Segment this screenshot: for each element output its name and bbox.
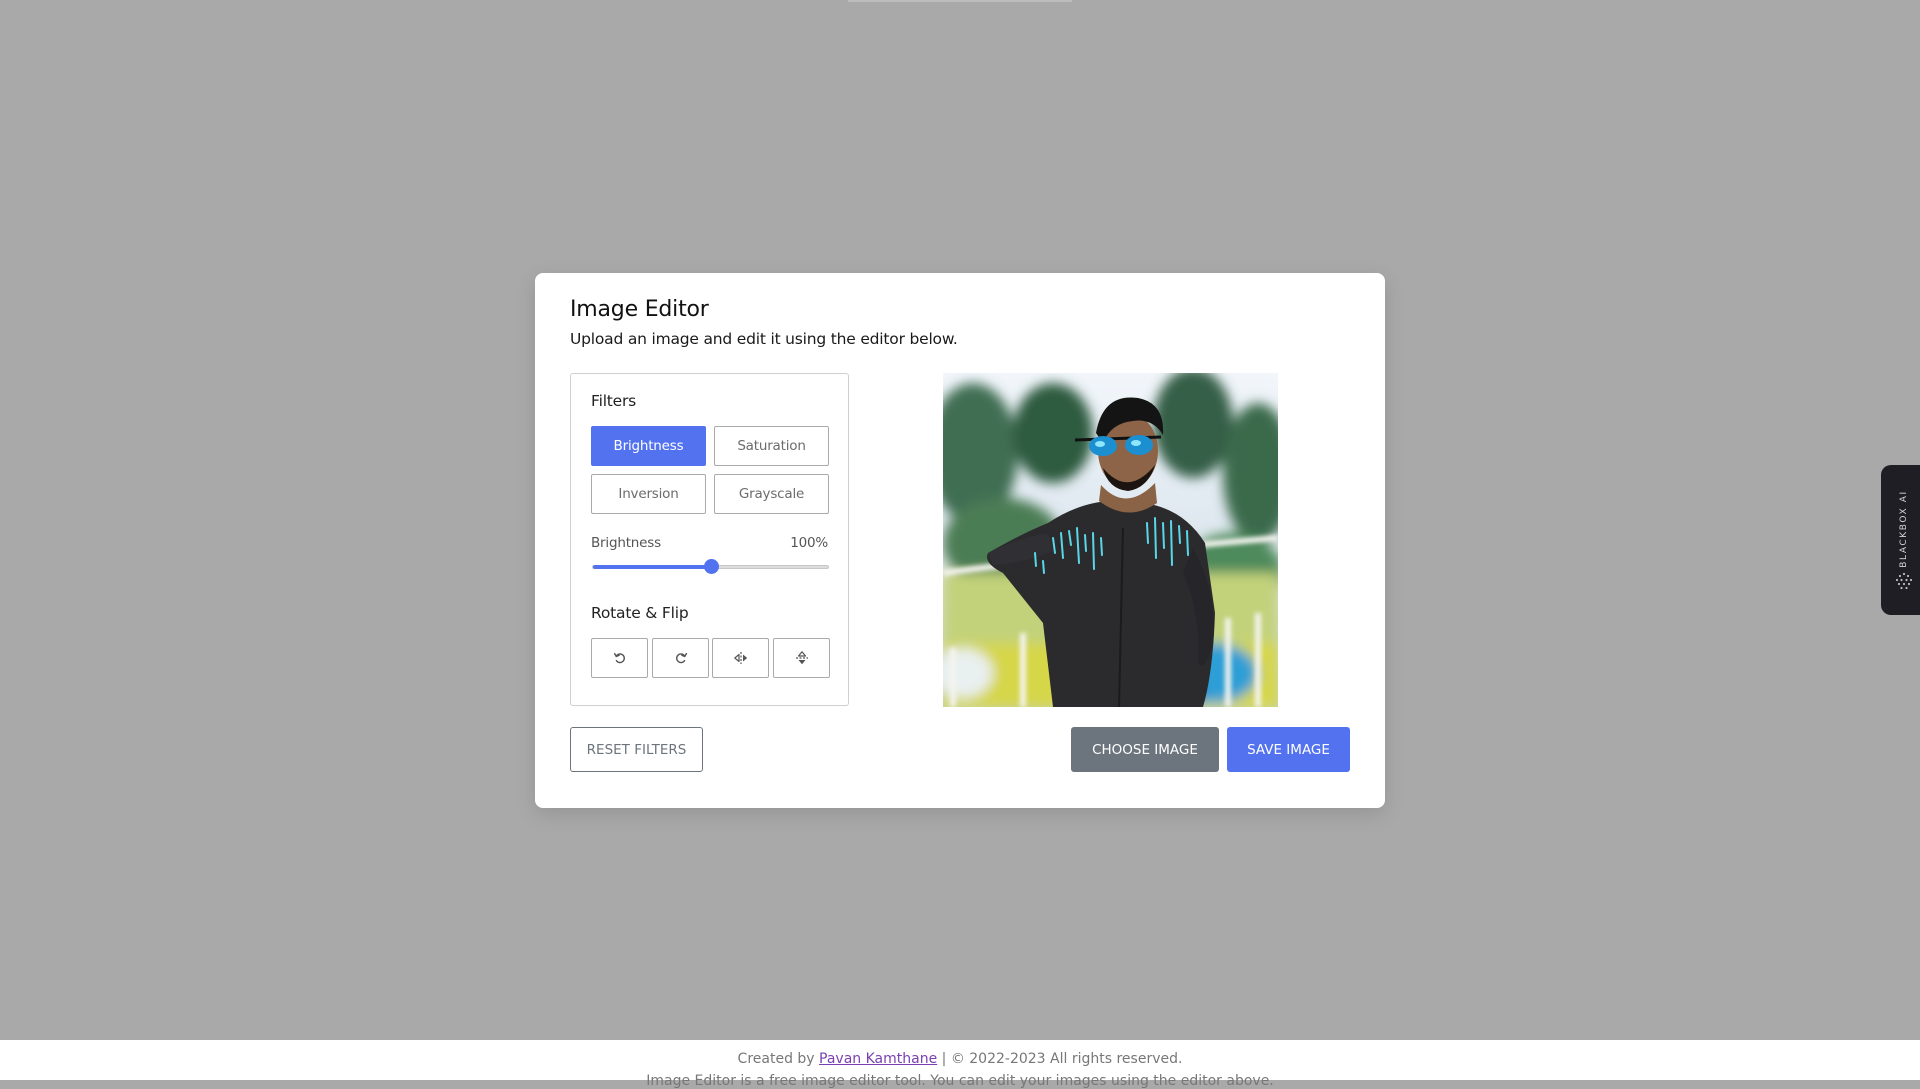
footer: Created by Pavan Kamthane | © 2022-2023 … bbox=[0, 1040, 1920, 1089]
rotate-flip-heading: Rotate & Flip bbox=[591, 604, 689, 622]
slider-thumb[interactable] bbox=[703, 559, 719, 574]
rotate-right-button[interactable] bbox=[652, 638, 709, 678]
preview-photo bbox=[943, 373, 1278, 707]
slider-name: Brightness bbox=[591, 535, 661, 551]
flip-horizontal-icon bbox=[733, 652, 747, 664]
widget-label: BLACKBOX AI bbox=[1899, 490, 1909, 568]
filters-heading: Filters bbox=[591, 392, 637, 410]
filter-saturation-button[interactable]: Saturation bbox=[714, 426, 829, 466]
image-preview bbox=[943, 373, 1278, 707]
reset-filters-button[interactable]: RESET FILTERS bbox=[570, 727, 703, 772]
blackbox-ai-widget[interactable]: BLACKBOX AI bbox=[1881, 465, 1920, 615]
rotate-right-icon bbox=[675, 652, 687, 664]
flip-vertical-button[interactable] bbox=[773, 638, 830, 678]
filter-inversion-button[interactable]: Inversion bbox=[591, 474, 706, 514]
rotate-left-button[interactable] bbox=[591, 638, 648, 678]
filter-grayscale-button[interactable]: Grayscale bbox=[714, 474, 829, 514]
controls-panel: Filters Brightness Saturation Inversion … bbox=[570, 373, 849, 706]
flip-vertical-icon bbox=[795, 651, 808, 665]
footer-created-by: Created by bbox=[737, 1051, 815, 1067]
slider-value: 100% bbox=[790, 535, 828, 551]
page-subtitle: Upload an image and edit it using the ed… bbox=[570, 330, 958, 348]
save-image-button[interactable]: SAVE IMAGE bbox=[1227, 727, 1350, 772]
footer-rights: | © 2022-2023 All rights reserved. bbox=[941, 1051, 1183, 1067]
blackbox-dots-icon bbox=[1895, 572, 1913, 590]
slider-fill bbox=[593, 565, 711, 569]
brightness-slider[interactable] bbox=[592, 559, 829, 574]
footer-credits: Created by Pavan Kamthane | © 2022-2023 … bbox=[0, 1051, 1920, 1067]
top-tab-indicator bbox=[848, 0, 1072, 2]
filter-brightness-button[interactable]: Brightness bbox=[591, 426, 706, 466]
image-editor-card: Image Editor Upload an image and edit it… bbox=[535, 273, 1385, 808]
flip-horizontal-button[interactable] bbox=[712, 638, 769, 678]
rotate-left-icon bbox=[613, 652, 625, 664]
author-link[interactable]: Pavan Kamthane bbox=[819, 1051, 937, 1067]
footer-description: Image Editor is a free image editor tool… bbox=[646, 1073, 1274, 1089]
page-title: Image Editor bbox=[570, 297, 709, 322]
choose-image-button[interactable]: CHOOSE IMAGE bbox=[1071, 727, 1219, 772]
